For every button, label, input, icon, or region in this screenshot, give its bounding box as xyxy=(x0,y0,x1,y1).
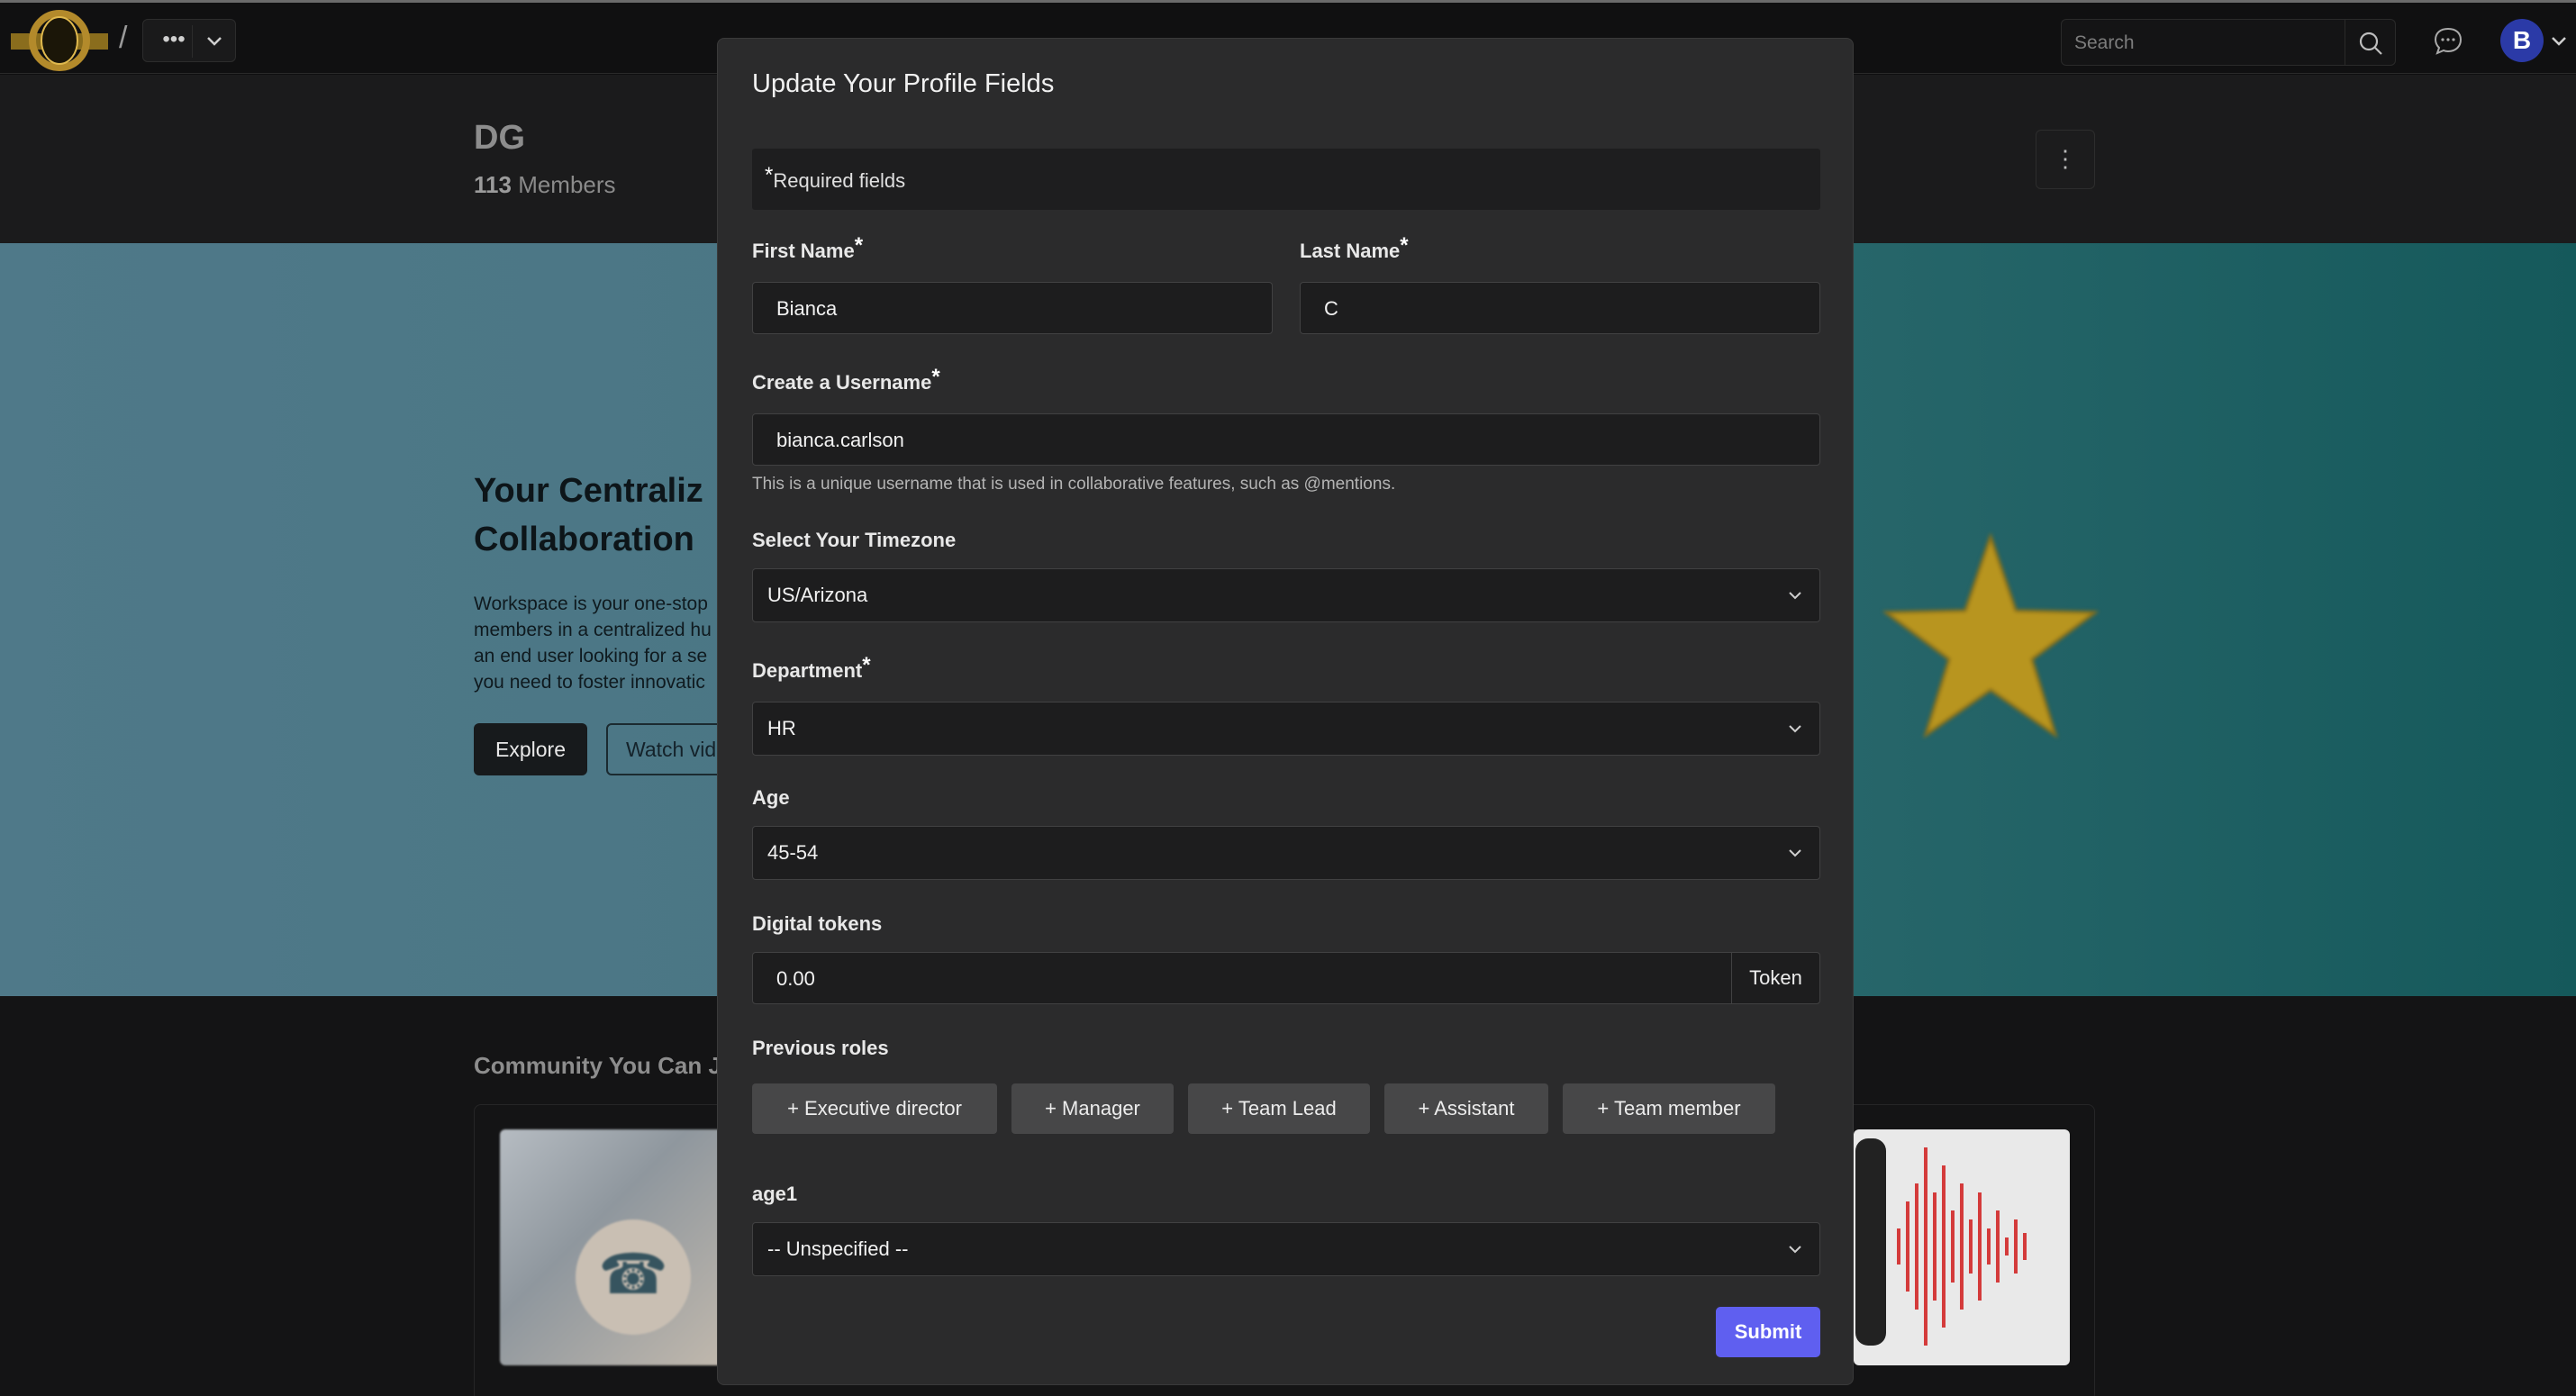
hero-title-line: Collaboration xyxy=(474,521,694,558)
chevron-down-icon xyxy=(207,37,222,46)
profile-fields-modal: Update Your Profile Fields *Required fie… xyxy=(717,38,1854,1385)
audio-waveform-icon xyxy=(1855,1138,2027,1346)
required-fields-text: *Required fields xyxy=(765,163,906,194)
previous-roles-label: Previous roles xyxy=(752,1037,889,1059)
member-count-number: 113 xyxy=(474,171,512,198)
community-card-image[interactable]: ☎ xyxy=(500,1129,734,1365)
age-label: Age xyxy=(752,786,790,809)
hero-description: Workspace is your one-stop members in a … xyxy=(474,591,726,695)
search-box xyxy=(2061,19,2396,66)
group-title: DG xyxy=(474,119,525,157)
breadcrumb-separator: / xyxy=(119,21,128,55)
divider xyxy=(192,25,193,58)
required-marker: * xyxy=(931,365,940,389)
hero-desc-line: members in a centralized hu xyxy=(474,620,712,640)
age-value: 45-54 xyxy=(767,841,819,864)
required-marker: * xyxy=(854,233,864,258)
chevron-down-icon xyxy=(1789,1246,1801,1254)
required-label: Required fields xyxy=(773,169,906,192)
hero-title-line: Your Centraliz xyxy=(474,472,703,510)
submit-button[interactable]: Submit xyxy=(1716,1307,1820,1357)
username-value: bianca.carlson xyxy=(776,429,904,451)
chevron-down-icon xyxy=(1789,592,1801,600)
timezone-value: US/Arizona xyxy=(767,584,868,606)
label-text: Last Name xyxy=(1300,240,1401,262)
role-option-manager[interactable]: + Manager xyxy=(1011,1083,1174,1134)
phone-badge: ☎ xyxy=(576,1219,691,1335)
chevron-down-icon xyxy=(1789,849,1801,857)
last-name-value: C xyxy=(1324,297,1338,320)
first-name-value: Bianca xyxy=(776,297,838,320)
timezone-label: Select Your Timezone xyxy=(752,529,957,551)
search-icon[interactable] xyxy=(2355,29,2386,58)
star-icon xyxy=(1882,532,2099,739)
chevron-down-icon xyxy=(1789,725,1801,733)
token-unit-addon: Token xyxy=(1731,953,1819,1003)
member-count: 113 Members xyxy=(474,171,616,199)
chevron-down-icon[interactable] xyxy=(2547,30,2571,51)
first-name-label: First Name* xyxy=(752,233,863,264)
first-name-input[interactable]: Bianca xyxy=(752,282,1273,334)
role-option-team-lead[interactable]: + Team Lead xyxy=(1188,1083,1370,1134)
role-option-team-member[interactable]: + Team member xyxy=(1563,1083,1775,1134)
last-name-label: Last Name* xyxy=(1300,233,1409,264)
ellipsis-icon: ••• xyxy=(162,27,186,51)
required-marker: * xyxy=(1400,233,1409,258)
search-input[interactable] xyxy=(2074,29,2327,58)
age1-value: -- Unspecified -- xyxy=(767,1237,909,1260)
role-option-executive-director[interactable]: + Executive director xyxy=(752,1083,997,1134)
age-select[interactable]: 45-54 xyxy=(752,826,1820,880)
ring-logo-icon[interactable] xyxy=(9,10,110,71)
department-label: Department* xyxy=(752,653,871,684)
label-text: First Name xyxy=(752,240,855,262)
department-value: HR xyxy=(767,717,796,739)
member-count-label: Members xyxy=(518,171,616,198)
hero-title: Your Centraliz Collaboration xyxy=(474,467,726,564)
breadcrumb-more-button[interactable]: ••• xyxy=(142,19,236,62)
hero-desc-line: Workspace is your one-stop xyxy=(474,594,708,614)
username-help-text: This is a unique username that is used i… xyxy=(752,475,1396,494)
watch-video-button[interactable]: Watch vid xyxy=(606,723,732,775)
timezone-select[interactable]: US/Arizona xyxy=(752,568,1820,622)
group-menu-button[interactable]: ⋮ xyxy=(2036,130,2095,189)
chat-bubble-icon[interactable] xyxy=(2432,24,2464,57)
phone-icon: ☎ xyxy=(598,1244,668,1306)
required-fields-note: *Required fields xyxy=(752,149,1820,210)
username-label: Create a Username* xyxy=(752,365,940,395)
required-marker: * xyxy=(862,653,871,677)
digital-tokens-input[interactable]: 0.00 Token xyxy=(752,952,1820,1004)
hero-desc-line: an end user looking for a se xyxy=(474,646,708,666)
age1-select[interactable]: -- Unspecified -- xyxy=(752,1222,1820,1276)
last-name-input[interactable]: C xyxy=(1300,282,1820,334)
community-title: Community You Can J xyxy=(474,1052,721,1079)
digital-tokens-label: Digital tokens xyxy=(752,912,883,935)
age1-label: age1 xyxy=(752,1183,798,1205)
community-card-image[interactable] xyxy=(1854,1129,2070,1365)
modal-title: Update Your Profile Fields xyxy=(752,69,1055,98)
label-text: Department xyxy=(752,659,863,682)
department-select[interactable]: HR xyxy=(752,702,1820,756)
label-text: Create a Username xyxy=(752,371,932,394)
username-input[interactable]: bianca.carlson xyxy=(752,413,1820,466)
hero-desc-line: you need to foster innovatic xyxy=(474,672,705,693)
user-avatar[interactable]: B xyxy=(2500,19,2544,62)
role-option-assistant[interactable]: + Assistant xyxy=(1384,1083,1548,1134)
explore-button[interactable]: Explore xyxy=(474,723,587,775)
digital-tokens-value: 0.00 xyxy=(776,967,815,990)
required-marker: * xyxy=(765,163,774,187)
